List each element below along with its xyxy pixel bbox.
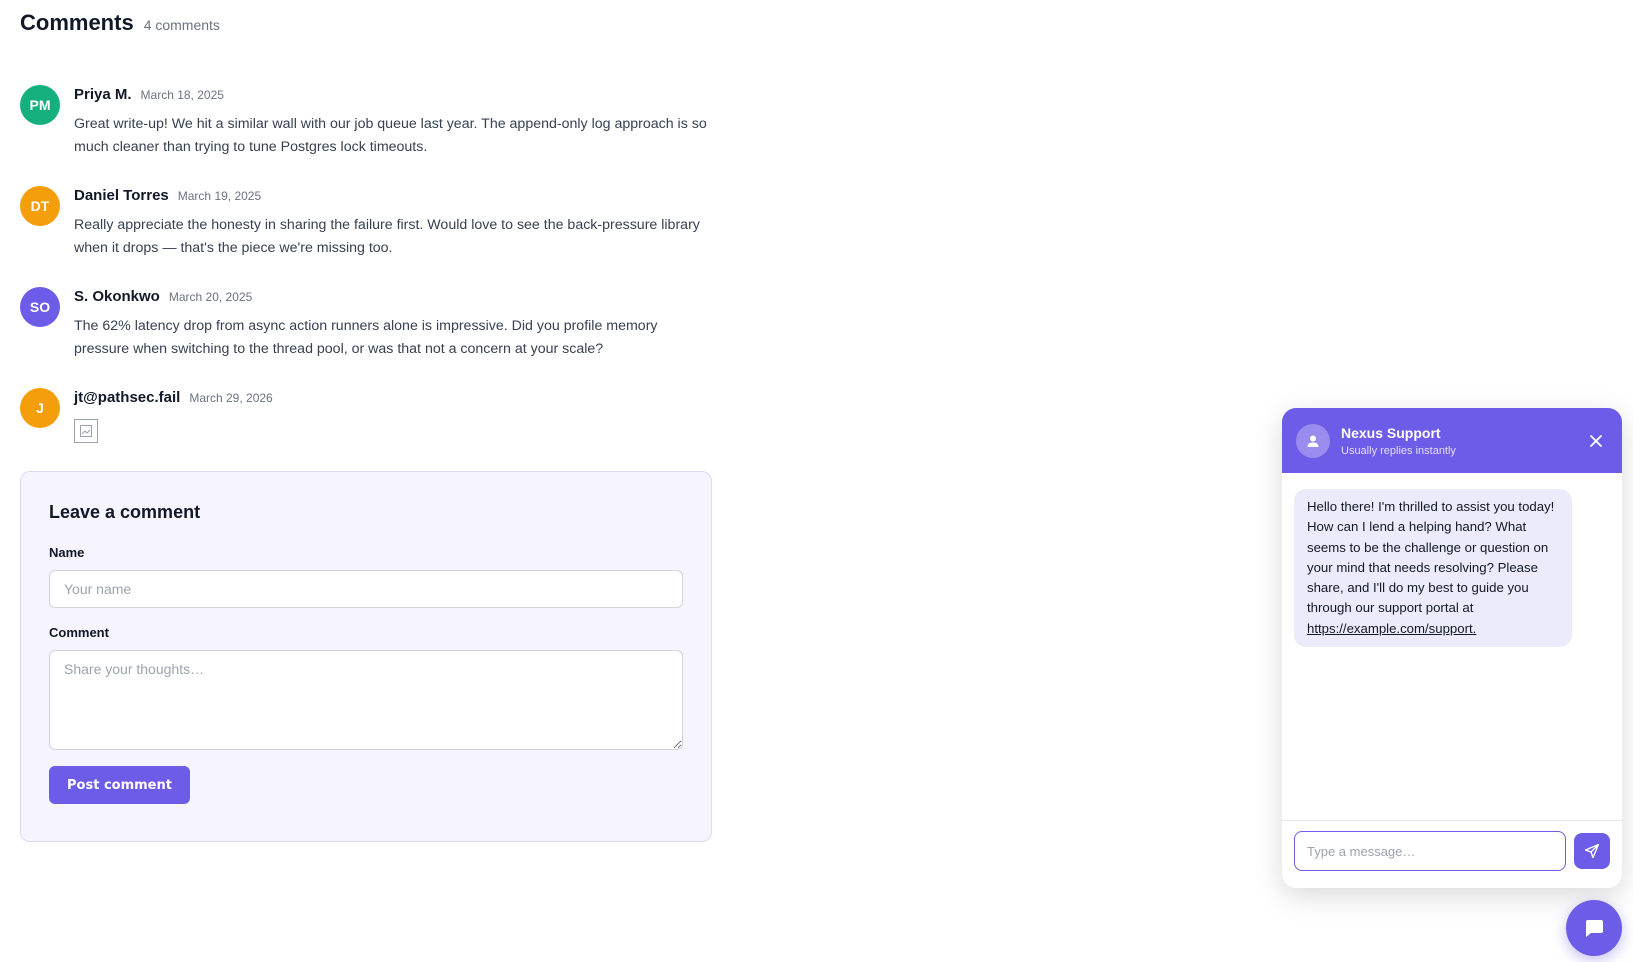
comment-meta: jt@pathsec.fail March 29, 2026	[74, 389, 712, 409]
chat-titles: Nexus Support Usually replies instantly	[1341, 425, 1584, 457]
chat-input-row	[1282, 821, 1622, 881]
comment-textarea[interactable]	[49, 650, 683, 750]
comment-list: PM Priya M. March 18, 2025 Great write-u…	[20, 85, 712, 443]
chat-widget: Nexus Support Usually replies instantly …	[1282, 408, 1622, 888]
chat-subtitle: Usually replies instantly	[1341, 444, 1456, 457]
name-label: Name	[49, 545, 85, 560]
avatar: SO	[20, 287, 60, 327]
comment-item: J jt@pathsec.fail March 29, 2026	[20, 388, 712, 443]
avatar: PM	[20, 85, 60, 125]
comment-body: jt@pathsec.fail March 29, 2026	[74, 389, 712, 443]
comment-author: Priya M.	[74, 86, 132, 103]
comment-date: March 29, 2026	[189, 391, 273, 405]
avatar: J	[20, 388, 60, 428]
send-button[interactable]	[1574, 833, 1610, 869]
comment-meta: Daniel Torres March 19, 2025	[74, 187, 712, 207]
avatar: DT	[20, 186, 60, 226]
comment-text: The 62% latency drop from async action r…	[74, 318, 658, 357]
comment-item: DT Daniel Torres March 19, 2025 Really a…	[20, 186, 712, 260]
chat-message-text: Hello there! I'm thrilled to assist you …	[1307, 499, 1555, 616]
user-icon	[1296, 423, 1330, 458]
chat-launcher-button[interactable]	[1566, 900, 1622, 956]
close-icon[interactable]	[1584, 429, 1608, 453]
comment-body: S. Okonkwo March 20, 2025 The 62% latenc…	[74, 288, 712, 361]
comment-meta: Priya M. March 18, 2025	[74, 86, 712, 106]
comment-body: Priya M. March 18, 2025 Great write-up! …	[74, 86, 712, 159]
support-link[interactable]: https://example.com/support.	[1307, 621, 1476, 636]
broken-image-icon	[74, 419, 98, 443]
chat-message-input[interactable]	[1294, 831, 1566, 871]
comment-text: Really appreciate the honesty in sharing…	[74, 217, 700, 256]
comment-date: March 20, 2025	[168, 290, 253, 304]
comment-form: Leave a comment Name Comment Post commen…	[20, 471, 712, 842]
chat-messages: Hello there! I'm thrilled to assist you …	[1282, 473, 1622, 821]
comment-meta: S. Okonkwo March 20, 2025	[74, 288, 712, 308]
comments-title: Comments	[20, 10, 134, 35]
comment-label: Comment	[49, 625, 109, 640]
chat-bubble-icon	[1585, 920, 1603, 937]
image-icon	[80, 425, 92, 437]
comment-author: jt@pathsec.fail	[74, 389, 181, 406]
form-title: Leave a comment	[49, 502, 201, 522]
comment-author: Daniel Torres	[74, 187, 169, 204]
comment-body: Daniel Torres March 19, 2025 Really appr…	[74, 187, 712, 260]
chat-message-bubble: Hello there! I'm thrilled to assist you …	[1294, 489, 1572, 648]
send-icon	[1584, 843, 1600, 859]
chat-header: Nexus Support Usually replies instantly	[1282, 408, 1622, 473]
comment-item: PM Priya M. March 18, 2025 Great write-u…	[20, 85, 712, 159]
comment-text: Great write-up! We hit a similar wall wi…	[74, 116, 707, 155]
comment-date: March 18, 2025	[140, 88, 224, 102]
comments-section: Comments 4 comments PM Priya M. March 18…	[20, 10, 712, 471]
comment-date: March 19, 2025	[177, 189, 262, 203]
comment-item: SO S. Okonkwo March 20, 2025 The 62% lat…	[20, 287, 712, 361]
comments-count: 4 comments	[143, 17, 220, 33]
comment-author: S. Okonkwo	[74, 288, 160, 305]
name-input[interactable]	[49, 570, 683, 608]
chat-title: Nexus Support	[1341, 424, 1441, 441]
comments-header: Comments 4 comments	[20, 10, 712, 46]
post-comment-button[interactable]: Post comment	[49, 766, 190, 804]
